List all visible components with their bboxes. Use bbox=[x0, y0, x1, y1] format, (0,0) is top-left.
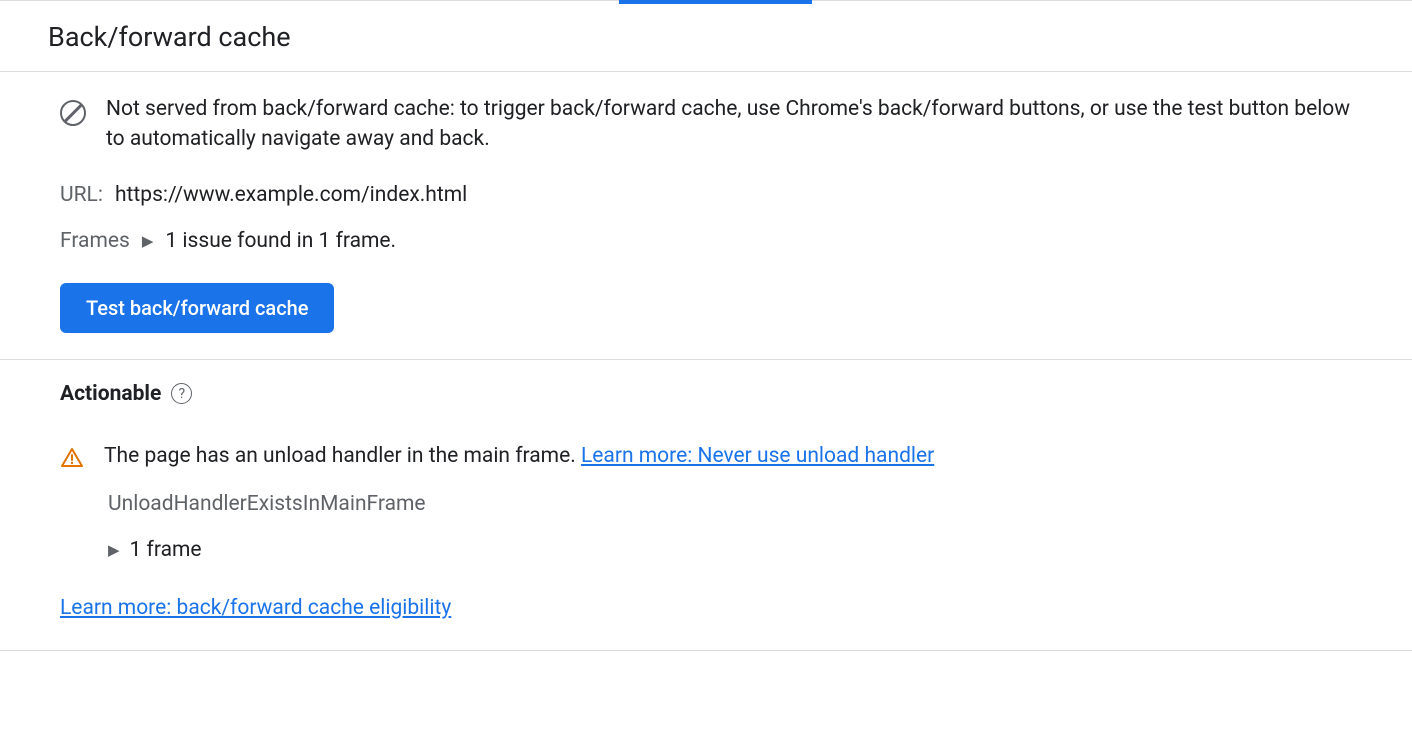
url-value: https://www.example.com/index.html bbox=[115, 183, 467, 207]
url-label: URL: bbox=[60, 183, 103, 207]
actionable-title: Actionable bbox=[60, 382, 161, 406]
bfcache-panel: Back/forward cache Not served from back/… bbox=[0, 0, 1412, 651]
frame-count: 1 frame bbox=[130, 538, 202, 562]
blocked-icon bbox=[60, 100, 86, 126]
issue-text: The page has an unload handler in the ma… bbox=[104, 444, 934, 468]
issue-description: The page has an unload handler in the ma… bbox=[104, 444, 581, 468]
actionable-section: Actionable ? The page has an unload hand… bbox=[0, 360, 1412, 650]
panel-header: Back/forward cache bbox=[0, 1, 1412, 72]
page-title: Back/forward cache bbox=[48, 21, 1364, 53]
status-row: Not served from back/forward cache: to t… bbox=[60, 94, 1352, 155]
frames-summary: 1 issue found in 1 frame. bbox=[165, 229, 396, 253]
frames-label: Frames bbox=[60, 229, 130, 253]
reason-id: UnloadHandlerExistsInMainFrame bbox=[108, 492, 1352, 516]
frames-row: Frames ▶ 1 issue found in 1 frame. bbox=[60, 229, 1352, 253]
frame-count-row: ▶ 1 frame bbox=[108, 538, 1352, 562]
status-message: Not served from back/forward cache: to t… bbox=[106, 94, 1352, 155]
warning-icon bbox=[60, 446, 84, 470]
issue-row: The page has an unload handler in the ma… bbox=[60, 444, 1352, 470]
expand-triangle-icon[interactable]: ▶ bbox=[142, 232, 154, 250]
help-icon[interactable]: ? bbox=[171, 383, 192, 404]
learn-more-unload-link[interactable]: Learn more: Never use unload handler bbox=[581, 444, 934, 468]
test-bfcache-button[interactable]: Test back/forward cache bbox=[60, 283, 334, 333]
learn-more-eligibility-link[interactable]: Learn more: back/forward cache eligibili… bbox=[60, 596, 451, 620]
actionable-header: Actionable ? bbox=[60, 382, 1352, 406]
expand-triangle-icon[interactable]: ▶ bbox=[108, 541, 120, 559]
tab-indicator bbox=[619, 0, 812, 4]
url-row: URL: https://www.example.com/index.html bbox=[60, 183, 1352, 207]
content-section: Not served from back/forward cache: to t… bbox=[0, 72, 1412, 360]
